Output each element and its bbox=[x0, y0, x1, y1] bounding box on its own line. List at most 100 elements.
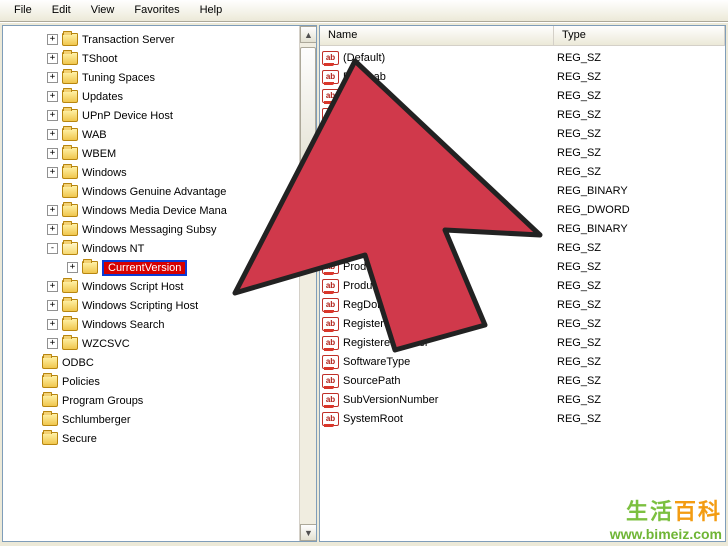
list-item[interactable]: abSystemRootREG_SZ bbox=[320, 409, 725, 428]
expand-toggle[interactable]: + bbox=[47, 167, 58, 178]
tree-node[interactable]: +Windows Script Host bbox=[5, 277, 298, 296]
menu-help[interactable]: Help bbox=[190, 2, 233, 19]
list-item[interactable]: abNuREG_SZ bbox=[320, 124, 725, 143]
tree-node-label: Program Groups bbox=[62, 395, 143, 407]
folder-icon bbox=[62, 166, 78, 179]
expand-toggle[interactable]: + bbox=[47, 148, 58, 159]
list-item[interactable]: abSubVersionNumberREG_SZ bbox=[320, 390, 725, 409]
value-name: SoftwareType bbox=[343, 356, 557, 368]
folder-icon bbox=[42, 413, 58, 426]
tree-node-label: ODBC bbox=[62, 357, 94, 369]
tree-node[interactable]: Secure bbox=[5, 429, 298, 448]
string-value-icon: ab bbox=[322, 89, 339, 103]
list-item[interactable]: abRegisteredOrganizationREG_SZ bbox=[320, 314, 725, 333]
tree-node[interactable]: Windows Genuine Advantage bbox=[5, 182, 298, 201]
tree-node[interactable]: + Tuning Spaces bbox=[5, 68, 298, 87]
expand-toggle[interactable]: + bbox=[47, 281, 58, 292]
expand-toggle[interactable]: + bbox=[47, 300, 58, 311]
list-item[interactable]: abREG_SZ bbox=[320, 162, 725, 181]
tree-node[interactable]: +Windows Messaging Subsy bbox=[5, 220, 298, 239]
tree-pane[interactable]: +Transaction Server+TShoot+Tuning Spaces… bbox=[2, 25, 317, 542]
list-item[interactable]: abRegDoneREG_SZ bbox=[320, 295, 725, 314]
string-value-icon: ab bbox=[322, 374, 339, 388]
tree-node-label: WAB bbox=[82, 129, 107, 141]
list-item[interactable]: abREG_BINARY bbox=[320, 181, 725, 200]
list-item[interactable]: abREG_SZ bbox=[320, 143, 725, 162]
column-header-name[interactable]: Name bbox=[320, 26, 554, 45]
expand-toggle[interactable]: + bbox=[47, 319, 58, 330]
tree-node-label: Policies bbox=[62, 376, 100, 388]
value-name: ProductName bbox=[343, 280, 557, 292]
tree-node[interactable]: + UPnP Device Host bbox=[5, 106, 298, 125]
tree-node[interactable]: + Windows Scripting Host bbox=[5, 296, 298, 315]
column-header-type[interactable]: Type bbox=[554, 26, 725, 45]
expand-toggle[interactable]: + bbox=[47, 72, 58, 83]
menu-favorites[interactable]: Favorites bbox=[124, 2, 189, 19]
folder-icon bbox=[62, 52, 78, 65]
value-name: SystemRoot bbox=[343, 413, 557, 425]
list-item[interactable]: abCSDREG_SZ bbox=[320, 86, 725, 105]
collapse-toggle[interactable]: - bbox=[47, 243, 58, 254]
expand-toggle[interactable]: + bbox=[47, 224, 58, 235]
expand-toggle[interactable]: + bbox=[67, 262, 78, 273]
string-value-icon: ab bbox=[322, 393, 339, 407]
value-type: REG_SZ bbox=[557, 413, 601, 425]
expand-toggle[interactable]: + bbox=[47, 129, 58, 140]
menu-view[interactable]: View bbox=[81, 2, 125, 19]
list-item[interactable]: abProductIdREG_SZ bbox=[320, 257, 725, 276]
tree-node[interactable]: + Transaction Server bbox=[5, 30, 298, 49]
tree-node[interactable]: Policies bbox=[5, 372, 298, 391]
list-item[interactable]: abREG_DWORD bbox=[320, 200, 725, 219]
scroll-thumb[interactable] bbox=[300, 47, 316, 167]
expand-toggle[interactable]: + bbox=[47, 110, 58, 121]
list-item[interactable]: abSourcePathREG_SZ bbox=[320, 371, 725, 390]
string-value-icon: ab bbox=[322, 298, 339, 312]
expand-toggle[interactable]: + bbox=[47, 205, 58, 216]
scroll-down-button[interactable]: ▼ bbox=[300, 524, 317, 541]
tree-node[interactable]: +Windows Search bbox=[5, 315, 298, 334]
list-item[interactable]: abREG_BINARY bbox=[320, 219, 725, 238]
value-type: REG_SZ bbox=[557, 318, 601, 330]
value-type: REG_SZ bbox=[557, 375, 601, 387]
tree-node[interactable]: Schlumberger bbox=[5, 410, 298, 429]
list-item[interactable]: abPathNameREG_SZ bbox=[320, 238, 725, 257]
folder-icon bbox=[42, 375, 58, 388]
value-type: REG_SZ bbox=[557, 128, 601, 140]
list-item[interactable]: abProductNameREG_SZ bbox=[320, 276, 725, 295]
expand-toggle[interactable]: + bbox=[47, 338, 58, 349]
list-item[interactable]: abCREG_SZ bbox=[320, 105, 725, 124]
values-pane[interactable]: Name Type ab(Default)REG_SZabBuildLabREG… bbox=[319, 25, 726, 542]
scroll-up-button[interactable]: ▲ bbox=[300, 26, 317, 43]
tree-node[interactable]: +Windows bbox=[5, 163, 298, 182]
tree-node-label: UPnP Device Host bbox=[82, 110, 173, 122]
list-item[interactable]: abRegisteredOwnerREG_SZ bbox=[320, 333, 725, 352]
tree-scrollbar[interactable]: ▲ ▼ bbox=[299, 26, 316, 541]
value-type: REG_SZ bbox=[557, 280, 601, 292]
tree-node[interactable]: -Windows NT bbox=[5, 239, 298, 258]
list-item[interactable]: abBuildLabREG_SZ bbox=[320, 67, 725, 86]
tree-node[interactable]: +Updates bbox=[5, 87, 298, 106]
tree-node[interactable]: +WZCSVC bbox=[5, 334, 298, 353]
tree-node-label: Windows Scripting Host bbox=[82, 300, 198, 312]
tree-node[interactable]: ODBC bbox=[5, 353, 298, 372]
value-type: REG_SZ bbox=[557, 337, 601, 349]
tree-node[interactable]: + WAB bbox=[5, 125, 298, 144]
menu-file[interactable]: File bbox=[4, 2, 42, 19]
tree-node[interactable]: +WBEM bbox=[5, 144, 298, 163]
tree-node[interactable]: Program Groups bbox=[5, 391, 298, 410]
tree-node-label: Tuning Spaces bbox=[82, 72, 155, 84]
tree-node-label: CurrentVersion bbox=[102, 260, 187, 276]
expand-toggle[interactable]: + bbox=[47, 34, 58, 45]
expand-toggle[interactable]: + bbox=[47, 53, 58, 64]
tree-node[interactable]: +Windows Media Device Mana bbox=[5, 201, 298, 220]
folder-icon bbox=[62, 204, 78, 217]
menu-edit[interactable]: Edit bbox=[42, 2, 81, 19]
folder-icon bbox=[62, 33, 78, 46]
expand-toggle bbox=[47, 186, 58, 197]
tree-node[interactable]: +TShoot bbox=[5, 49, 298, 68]
tree-node[interactable]: + CurrentVersion bbox=[5, 258, 298, 277]
list-item[interactable]: ab(Default)REG_SZ bbox=[320, 48, 725, 67]
tree-node-label: Transaction Server bbox=[82, 34, 175, 46]
expand-toggle[interactable]: + bbox=[47, 91, 58, 102]
list-item[interactable]: abSoftwareTypeREG_SZ bbox=[320, 352, 725, 371]
